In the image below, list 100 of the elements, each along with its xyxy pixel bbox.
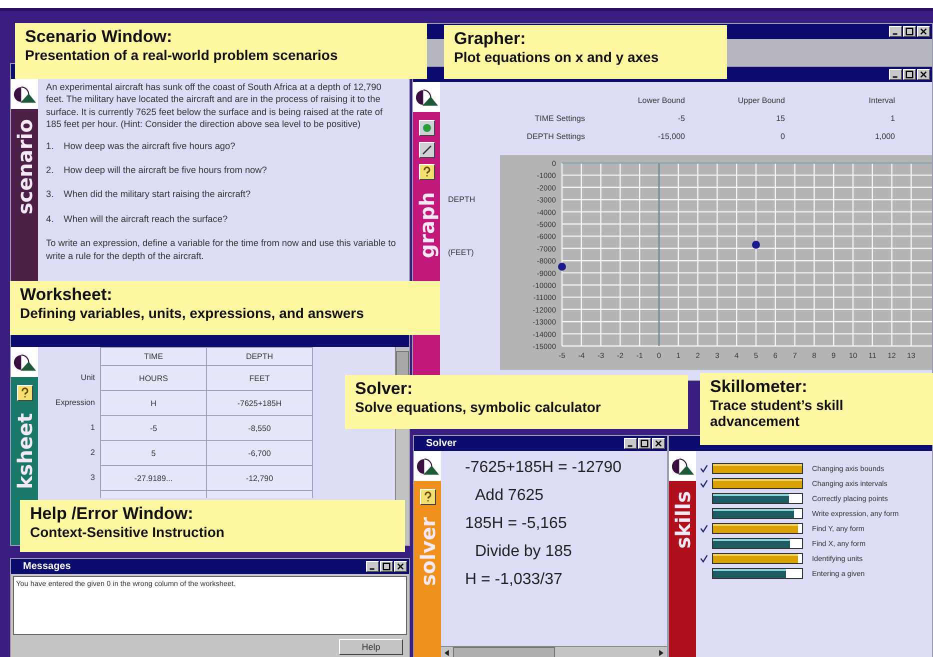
- problem-text: An experimental aircraft has sunk off the coast of South Africa at a depth of 12,790 feet. The military have located the aircraft and are in the process of raising it to the surface. It is currently 7625 feet below the surface and is being raised at the rate of 185 feet per hour. (Hint: Consider the direction above sea level to be positive): [46, 81, 384, 131]
- table-cell[interactable]: -8,550: [206, 415, 313, 441]
- maximize-icon: [640, 439, 649, 448]
- left-arrow-icon[interactable]: [442, 648, 452, 657]
- close-button[interactable]: [652, 438, 665, 449]
- close-icon: [654, 439, 663, 448]
- close-icon: [396, 562, 405, 571]
- settings-value[interactable]: 1,000: [785, 132, 895, 141]
- minimize-button[interactable]: [889, 26, 902, 37]
- table-cell[interactable]: FEET: [206, 365, 313, 391]
- callout-title: Grapher:: [454, 29, 527, 49]
- question-number: 4.: [46, 212, 54, 226]
- settings-value[interactable]: 15: [685, 114, 785, 123]
- settings-label: TIME Settings: [534, 114, 585, 123]
- column-header: Interval: [868, 96, 895, 105]
- axis-label: DEPTH: [448, 195, 476, 204]
- maximize-icon: [905, 70, 914, 79]
- minimize-button[interactable]: [624, 438, 637, 449]
- callout-title: Solver:: [355, 379, 414, 399]
- row-label: Expression: [54, 397, 96, 409]
- callout-subtitle: Plot equations on x and y axes: [454, 49, 660, 65]
- equation-text: H = -1,033/37: [465, 571, 564, 589]
- settings-value[interactable]: 1: [785, 114, 895, 123]
- callout-subtitle: Trace student’s skill advancement: [710, 397, 844, 429]
- help-button[interactable]: [418, 164, 434, 180]
- close-button[interactable]: [917, 26, 930, 37]
- callout-subtitle: Solve equations, symbolic calculator: [355, 399, 602, 415]
- table-cell[interactable]: -5: [100, 415, 207, 441]
- scrollbar[interactable]: [441, 646, 667, 657]
- table-cell[interactable]: [206, 490, 313, 498]
- row-label: 1: [90, 422, 96, 434]
- callout-subtitle: Defining variables, units, expressions, and answers: [20, 305, 365, 321]
- question-text: When will the aircraft reach the surface?: [64, 212, 228, 226]
- callout-title: Scenario Window:: [25, 27, 174, 47]
- table-cell[interactable]: 5: [100, 440, 207, 466]
- table-cell[interactable]: HOURS: [100, 365, 207, 391]
- panel-tab-label: solver: [416, 517, 440, 586]
- maximize-icon: [905, 27, 914, 36]
- question-text: When did the military start raising the aircraft?: [64, 188, 251, 201]
- operation-text: Add 7625: [474, 487, 545, 505]
- window-title: Messages: [22, 561, 71, 572]
- row-label: Unit: [80, 372, 96, 384]
- help-button[interactable]: [420, 489, 436, 505]
- data-point[interactable]: [752, 240, 760, 249]
- instruction-text: To write an expression, define a variable for the time from now and use this variable to write a rule for the depth of the aircraft.: [46, 237, 397, 262]
- callout-title: Worksheet:: [20, 285, 114, 305]
- column-header: DEPTH: [206, 347, 313, 366]
- settings-value[interactable]: 0: [685, 132, 785, 141]
- point-tool-button[interactable]: [418, 120, 434, 136]
- callout-title: Help /Error Window:: [30, 504, 194, 524]
- help-icon: [18, 387, 30, 399]
- data-point[interactable]: [558, 262, 566, 271]
- column-header: Lower Bound: [636, 96, 685, 105]
- question-number: 3.: [46, 188, 54, 201]
- table-cell[interactable]: -12,790: [206, 465, 313, 491]
- row-label: 2: [90, 447, 96, 459]
- panel-tab-label: ksheet: [12, 413, 36, 490]
- line-icon: [420, 144, 432, 156]
- settings-value[interactable]: -5: [585, 114, 685, 123]
- line-tool-button[interactable]: [418, 142, 434, 158]
- settings-label: DEPTH Settings: [526, 132, 585, 141]
- close-button[interactable]: [394, 561, 407, 572]
- minimize-button[interactable]: [889, 69, 902, 80]
- table-cell[interactable]: -7625+185H: [206, 390, 313, 416]
- help-icon: [420, 166, 432, 178]
- help-button[interactable]: Help: [339, 639, 403, 655]
- row-label: 3: [90, 472, 96, 484]
- help-button[interactable]: [16, 385, 32, 401]
- maximize-button[interactable]: [638, 438, 651, 449]
- settings-value[interactable]: -15,000: [585, 132, 685, 141]
- panel-tab-label: skills: [670, 491, 694, 549]
- close-button[interactable]: [917, 69, 930, 80]
- column-header: TIME: [100, 347, 207, 366]
- question-number: 2.: [46, 164, 54, 176]
- question-text: How deep will the aircraft be five hours from now?: [64, 164, 267, 176]
- panel-tab-label: scenario: [12, 119, 36, 215]
- maximize-icon: [382, 562, 391, 571]
- equation-text: -7625+185H = -12790: [465, 459, 623, 477]
- maximize-button[interactable]: [903, 26, 916, 37]
- maximize-button[interactable]: [380, 561, 393, 572]
- close-icon: [919, 70, 928, 79]
- operation-text: Divide by 185: [474, 543, 573, 561]
- table-cell[interactable]: -6,700: [206, 440, 313, 466]
- table-cell[interactable]: H: [100, 390, 207, 416]
- callout-title: Skillometer:: [710, 377, 808, 397]
- right-arrow-icon[interactable]: [656, 648, 666, 657]
- maximize-button[interactable]: [903, 69, 916, 80]
- close-icon: [919, 27, 928, 36]
- equation-text: 185H = -5,165: [465, 515, 568, 533]
- table-cell[interactable]: -27.9189...: [100, 465, 207, 491]
- table-cell[interactable]: [100, 490, 207, 498]
- question-number: 1.: [46, 140, 54, 152]
- question-text: How deep was the aircraft five hours ago?: [64, 140, 236, 152]
- minimize-button[interactable]: [366, 561, 379, 572]
- column-header: Upper Bound: [736, 96, 785, 105]
- dot-icon: [420, 122, 432, 134]
- callout-subtitle: Context-Sensitive Instruction: [30, 524, 226, 540]
- window-title: Solver: [425, 438, 457, 449]
- help-icon: [422, 491, 434, 503]
- axis-label: (FEET): [448, 248, 475, 257]
